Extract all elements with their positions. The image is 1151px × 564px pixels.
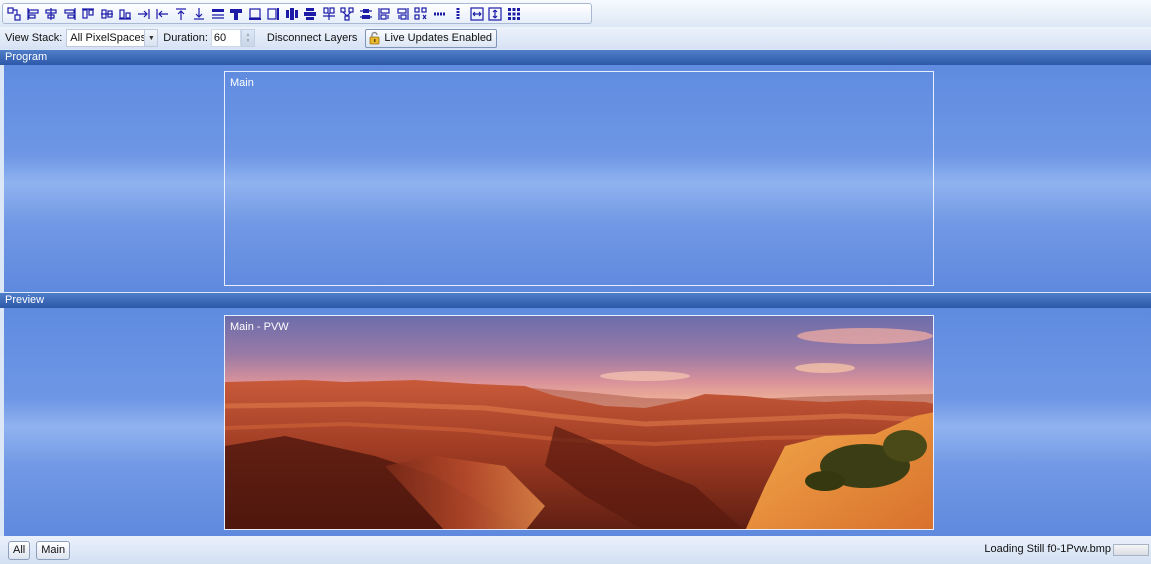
stretch-right-icon: [267, 7, 280, 20]
preview-header: Preview: [0, 293, 1151, 308]
align-tool-button[interactable]: [468, 5, 487, 23]
distribute-top-icon: [322, 6, 335, 20]
align-top-icon: [82, 7, 95, 19]
all-tab-label: All: [13, 544, 26, 556]
program-layer-title: Main: [230, 77, 254, 89]
align-tool-button[interactable]: [320, 5, 339, 23]
program-header: Program: [0, 50, 1151, 65]
view-stack-value: All PixelSpaces: [70, 32, 147, 44]
disconnect-layers-label: Disconnect Layers: [266, 32, 358, 44]
alignment-tool-strip: [2, 3, 592, 24]
align-tool-button[interactable]: [190, 5, 209, 23]
duration-spinner[interactable]: ▲ ▼: [240, 29, 255, 47]
fit-width-icon: [470, 6, 484, 21]
arrange-layers-icon: [7, 6, 21, 21]
snap-left-icon: [156, 8, 169, 19]
distribute-horizontal-icon: [285, 7, 298, 20]
snap-top-icon: [175, 7, 186, 20]
space-right-icon: [397, 7, 409, 20]
preview-layer-title: Main - PVW: [230, 321, 289, 333]
live-updates-button[interactable]: Live Updates Enabled: [365, 28, 498, 48]
align-tool-button[interactable]: [431, 5, 450, 23]
align-tool-button[interactable]: [246, 5, 265, 23]
program-layer-main[interactable]: Main: [224, 71, 934, 286]
alignment-toolbar: [0, 0, 1151, 27]
space-vertical-icon: [359, 8, 372, 19]
distribute-spread-icon: [340, 6, 354, 21]
align-left-icon: [27, 7, 39, 20]
align-tool-button[interactable]: [301, 5, 320, 23]
align-tool-button[interactable]: [5, 5, 24, 23]
align-tool-button[interactable]: [394, 5, 413, 23]
equal-width-icon: [433, 12, 446, 15]
lock-icon: [370, 31, 380, 45]
align-tool-button[interactable]: [153, 5, 172, 23]
align-bottom-icon: [119, 8, 132, 20]
view-stack-select[interactable]: All PixelSpaces ▼: [66, 29, 159, 47]
align-tool-button[interactable]: [375, 5, 394, 23]
loading-progress-bar: [1113, 544, 1149, 556]
align-tool-button[interactable]: [357, 5, 376, 23]
align-tool-button[interactable]: [486, 5, 505, 23]
align-tool-button[interactable]: [283, 5, 302, 23]
align-tool-button[interactable]: [209, 5, 228, 23]
main-tab-button[interactable]: Main: [36, 540, 71, 560]
align-tool-button[interactable]: [505, 5, 524, 23]
live-updates-label: Live Updates Enabled: [384, 32, 493, 44]
align-tool-button[interactable]: [61, 5, 80, 23]
snap-bottom-icon: [194, 7, 205, 20]
align-tool-button[interactable]: [42, 5, 61, 23]
preview-layer-main-pvw[interactable]: Main - PVW: [224, 315, 934, 530]
main-tab-label: Main: [41, 544, 66, 556]
align-tool-button[interactable]: [172, 5, 191, 23]
chevron-down-icon[interactable]: ▼: [144, 30, 158, 46]
canyon-landscape-image: [225, 316, 933, 529]
space-left-icon: [378, 7, 390, 20]
duration-field[interactable]: 60: [210, 29, 241, 47]
all-tab-button[interactable]: All: [8, 540, 31, 560]
align-tool-button[interactable]: [338, 5, 357, 23]
spin-down-icon[interactable]: ▼: [245, 38, 250, 44]
fill-top-icon: [230, 8, 243, 20]
status-message: Loading Still f0-1Pvw.bmp: [984, 543, 1111, 555]
duration-value: 60: [213, 32, 227, 44]
grid-layout-icon: [507, 7, 520, 20]
disconnect-layers-button[interactable]: Disconnect Layers: [265, 29, 360, 48]
options-bar: View Stack: All PixelSpaces ▼ Duration: …: [0, 27, 1151, 49]
space-grid-icon: [414, 6, 427, 20]
duration-label: Duration:: [163, 32, 208, 44]
align-tool-button[interactable]: [449, 5, 468, 23]
align-tool-button[interactable]: [227, 5, 246, 23]
program-panel: Main: [4, 65, 1151, 292]
align-tool-button[interactable]: [412, 5, 431, 23]
stretch-top-icon: [211, 8, 224, 19]
align-tool-button[interactable]: [98, 5, 117, 23]
stretch-bottom-icon: [248, 7, 261, 20]
align-right-icon: [64, 7, 76, 20]
view-stack-label: View Stack:: [5, 32, 63, 44]
align-tool-button[interactable]: [24, 5, 43, 23]
fit-height-icon: [488, 6, 502, 21]
align-tool-button[interactable]: [116, 5, 135, 23]
align-center-icon: [45, 7, 57, 20]
align-tool-button[interactable]: [264, 5, 283, 23]
align-tool-button[interactable]: [135, 5, 154, 23]
align-middle-icon: [100, 8, 113, 19]
status-bar: All Main Loading Still f0-1Pvw.bmp: [0, 536, 1151, 564]
snap-right-icon: [137, 8, 150, 19]
align-tool-button[interactable]: [79, 5, 98, 23]
distribute-vertical-icon: [304, 7, 317, 20]
preview-panel: Main - PVW: [4, 308, 1151, 536]
equal-height-icon: [456, 7, 460, 20]
